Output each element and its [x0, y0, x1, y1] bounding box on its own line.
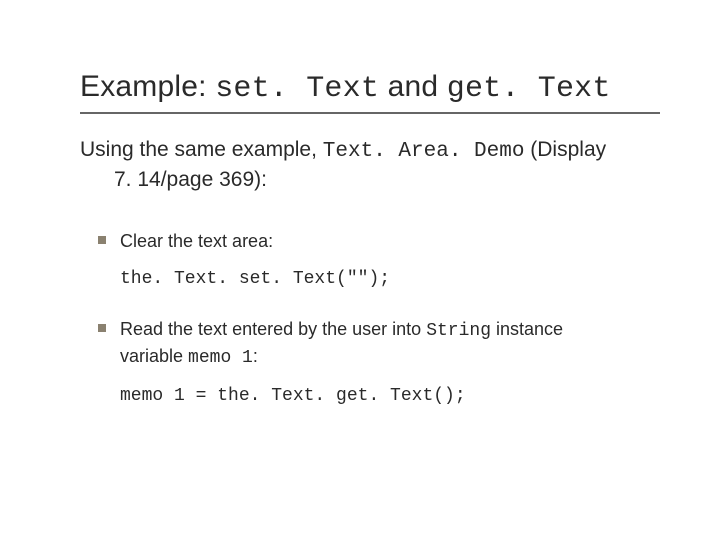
bullet-list: Clear the text area: the. Text. set. Tex… [80, 229, 660, 408]
item-pre: Read the text entered by the user into [120, 319, 426, 339]
list-item: Read the text entered by the user into S… [98, 317, 660, 408]
slide-title: Example: set. Text and get. Text [80, 70, 660, 106]
item-mid: instance [491, 319, 563, 339]
code-line: the. Text. set. Text(""); [120, 267, 660, 291]
item-line2: variable memo 1: [120, 344, 660, 370]
title-rule [80, 112, 660, 114]
slide: Example: set. Text and get. Text Using t… [0, 0, 720, 540]
title-code-1: set. Text [215, 72, 379, 106]
lead-line1-b: (Display [524, 138, 606, 161]
title-mid: and [379, 70, 447, 103]
item-line2a: variable [120, 346, 188, 366]
lead-line2: 7. 14/page 369): [80, 166, 660, 194]
code-line: memo 1 = the. Text. get. Text(); [120, 384, 660, 408]
inline-code: String [426, 321, 491, 341]
item-line2b: : [253, 346, 258, 366]
inline-code: memo 1 [188, 348, 253, 368]
title-code-2: get. Text [447, 72, 611, 106]
title-prefix: Example: [80, 70, 215, 103]
lead-code: Text. Area. Demo [323, 140, 525, 163]
list-item: Clear the text area: the. Text. set. Tex… [98, 229, 660, 292]
item-line1: Read the text entered by the user into S… [120, 317, 660, 343]
item-text: Clear the text area: [120, 231, 273, 251]
lead-line1-a: Using the same example, [80, 138, 323, 161]
lead-paragraph: Using the same example, Text. Area. Demo… [80, 136, 660, 195]
